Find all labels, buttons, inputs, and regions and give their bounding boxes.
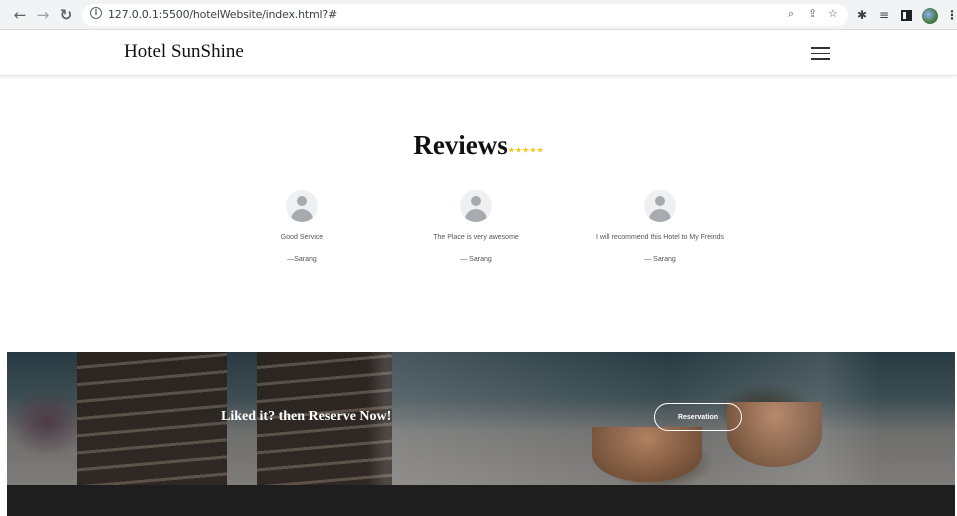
reserve-title: Liked it? then Reserve Now! bbox=[221, 409, 392, 424]
hamburger-menu-icon[interactable] bbox=[811, 47, 830, 60]
user-avatar-icon bbox=[286, 190, 318, 222]
reserve-banner: Liked it? then Reserve Now! Reservation bbox=[7, 352, 955, 485]
review-author: — Sarang bbox=[644, 256, 676, 263]
side-panel-icon[interactable] bbox=[901, 10, 912, 21]
share-icon[interactable]: ⇪ bbox=[808, 7, 817, 20]
reviews-title: Reviews bbox=[413, 130, 508, 160]
user-avatar-icon bbox=[644, 190, 676, 222]
site-logo[interactable]: Hotel SunShine bbox=[124, 41, 244, 63]
star-rating-icon: ★★★★★ bbox=[507, 145, 544, 155]
banner-overlay bbox=[7, 352, 955, 485]
site-header: Hotel SunShine bbox=[0, 30, 957, 76]
footer bbox=[7, 485, 955, 516]
browser-toolbar: ← → ↻ i 127.0.0.1:5500/hotelWebsite/inde… bbox=[0, 0, 957, 30]
profile-avatar[interactable] bbox=[922, 8, 938, 24]
reload-icon[interactable]: ↻ bbox=[56, 5, 76, 25]
user-avatar-icon bbox=[460, 190, 492, 222]
review-text: I will recommend this Hotel to My Freind… bbox=[596, 234, 724, 241]
back-icon[interactable]: ← bbox=[10, 5, 30, 25]
bookmark-star-icon[interactable]: ☆ bbox=[828, 7, 838, 20]
menu-icon[interactable]: ⋮ bbox=[946, 7, 957, 23]
review-card: I will recommend this Hotel to My Freind… bbox=[550, 190, 770, 263]
extensions-icon[interactable]: ✱ bbox=[857, 7, 867, 23]
reading-list-icon[interactable]: ≡ bbox=[879, 7, 889, 23]
reservation-button[interactable]: Reservation bbox=[654, 403, 742, 431]
address-url[interactable]: 127.0.0.1:5500/hotelWebsite/index.html?# bbox=[108, 8, 337, 21]
zoom-icon[interactable]: ⌕ bbox=[788, 7, 794, 21]
reviews-heading: Reviews★★★★★ bbox=[0, 130, 957, 161]
info-icon[interactable]: i bbox=[90, 7, 102, 19]
forward-icon[interactable]: → bbox=[33, 5, 53, 25]
address-bar[interactable]: i 127.0.0.1:5500/hotelWebsite/index.html… bbox=[82, 4, 848, 26]
